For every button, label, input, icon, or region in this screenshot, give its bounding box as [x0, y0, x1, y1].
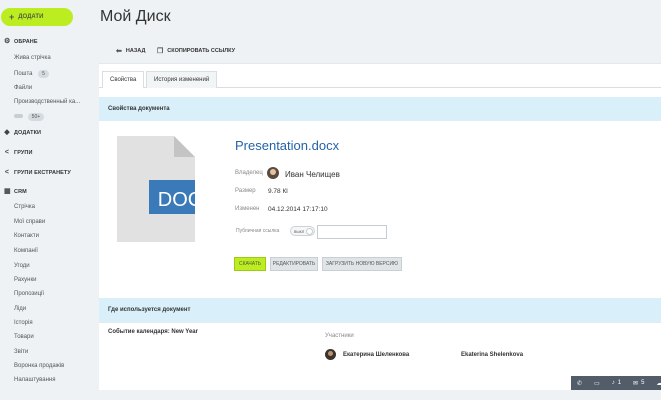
size-label: Размер	[235, 188, 256, 194]
add-button[interactable]: + ДОДАТИ	[1, 8, 73, 26]
public-link-label: Публичная ссылка	[236, 228, 280, 234]
section-extranet-label: ГРУПИ ЕКСТРАНЕТУ	[14, 170, 71, 176]
apps-icon: ◆	[4, 129, 10, 136]
share-icon: <	[4, 169, 10, 176]
plus-icon: +	[9, 12, 15, 22]
mail-icon[interactable]: ✉	[633, 380, 638, 387]
message-count: 5	[641, 380, 645, 386]
owner-label: Владелец	[235, 170, 263, 176]
more-count-badge: 50+	[27, 113, 45, 121]
tabs: Свойства История изменений	[99, 64, 661, 89]
sidebar-item-products[interactable]: Товари	[14, 334, 34, 340]
sidebar-item-my-tasks[interactable]: Мої справи	[14, 219, 45, 225]
phone-icon[interactable]: ✆	[577, 380, 582, 387]
upload-new-version-button[interactable]: ЗАГРУЗИТЬ НОВУЮ ВЕРСИЮ	[322, 257, 402, 271]
sidebar-more[interactable]: 50+	[14, 113, 45, 121]
sidebar-item-history[interactable]: Історія	[14, 320, 33, 326]
sidebar-item-mail-label: Пошта	[14, 71, 33, 77]
usage-section-header: Где используется документ	[99, 298, 661, 322]
divider	[99, 322, 661, 323]
sidebar-item-files[interactable]: Файли	[14, 85, 32, 91]
sidebar-item-sales-funnel[interactable]: Воронка продажів	[14, 363, 64, 369]
sidebar-item-live-feed[interactable]: Жива стрічка	[14, 55, 51, 61]
more-toggle-icon	[14, 114, 23, 119]
participants-label: Участники	[325, 333, 354, 339]
section-crm[interactable]: ▦ CRM	[4, 188, 27, 195]
size-value: 9.78 Кl	[268, 188, 288, 195]
sidebar: + ДОДАТИ ⚙ ОБРАНЕ Жива стрічка Пошта 5 Ф…	[0, 0, 93, 400]
participant-name[interactable]: Ekaterina Shelenkova	[461, 352, 523, 358]
toolbar: ⬅ НАЗАД ❐ СКОПИРОВАТЬ ССЫЛКУ	[99, 37, 661, 64]
avatar	[267, 167, 279, 179]
participant-name[interactable]: Екатерина Шеленкова	[343, 352, 409, 358]
share-icon: <	[4, 149, 10, 156]
gear-icon: ⚙	[4, 38, 11, 45]
section-favorites-label: ОБРАНЕ	[14, 39, 38, 45]
sidebar-item-production[interactable]: Производственный ка...	[14, 99, 80, 105]
properties-section-header: Свойства документа	[99, 97, 661, 121]
avatar	[325, 349, 336, 360]
status-bar: ✆ ▭ ♪ 1 ✉ 5 ☁	[571, 376, 661, 390]
modified-label: Изменен	[235, 206, 260, 212]
section-favorites[interactable]: ⚙ ОБРАНЕ	[4, 38, 38, 45]
copy-link-button[interactable]: ❐ СКОПИРОВАТЬ ССЫЛКУ	[157, 47, 235, 55]
sidebar-item-deals[interactable]: Угоди	[14, 263, 30, 269]
edit-button[interactable]: РЕДАКТИРОВАТЬ	[270, 257, 318, 271]
file-name: Presentation.docx	[235, 138, 340, 153]
mail-count-badge: 5	[38, 70, 49, 78]
bell-icon[interactable]: ♪	[612, 380, 615, 386]
modified-value: 04.12.2014 17:17:10	[268, 206, 328, 213]
section-groups[interactable]: < ГРУПИ	[4, 149, 33, 156]
sidebar-item-quotes[interactable]: Пропозиції	[14, 291, 44, 297]
section-crm-label: CRM	[14, 189, 27, 195]
copy-icon: ❐	[157, 48, 164, 55]
sidebar-item-settings[interactable]: Налаштування	[14, 377, 55, 383]
download-button[interactable]: СКАЧАТЬ	[234, 257, 266, 271]
sidebar-item-leads[interactable]: Ліди	[14, 306, 26, 312]
crm-icon: ▦	[4, 188, 11, 195]
back-button-label: НАЗАД	[125, 48, 146, 54]
sidebar-item-mail[interactable]: Пошта 5	[14, 70, 49, 78]
chat-icon[interactable]: ▭	[594, 380, 600, 387]
sidebar-item-invoices[interactable]: Рахунки	[14, 277, 36, 283]
tab-history[interactable]: История изменений	[146, 71, 218, 88]
toggle-knob	[306, 228, 313, 235]
back-button[interactable]: ⬅ НАЗАД	[116, 47, 145, 55]
section-extranet[interactable]: < ГРУПИ ЕКСТРАНЕТУ	[4, 169, 71, 176]
cloud-icon[interactable]: ☁	[656, 380, 661, 387]
arrow-left-icon: ⬅	[116, 48, 122, 55]
calendar-event[interactable]: Событие календаря: New Year	[108, 329, 198, 335]
copy-link-label: СКОПИРОВАТЬ ССЫЛКУ	[167, 48, 236, 54]
section-apps-label: ДОДАТКИ	[14, 130, 42, 136]
notification-count: 1	[617, 380, 622, 386]
public-link-toggle[interactable]: выкл	[290, 226, 315, 236]
section-apps[interactable]: ◆ ДОДАТКИ	[4, 129, 42, 136]
sidebar-item-crm-feed[interactable]: Стрічка	[14, 204, 35, 210]
sidebar-item-companies[interactable]: Компанії	[14, 248, 38, 254]
sidebar-item-reports[interactable]: Звіти	[14, 349, 28, 355]
document-card: ⬅ НАЗАД ❐ СКОПИРОВАТЬ ССЫЛКУ Свойства Ис…	[99, 37, 661, 390]
sidebar-item-contacts[interactable]: Контакти	[14, 233, 39, 239]
public-link-input[interactable]	[317, 225, 387, 239]
section-groups-label: ГРУПИ	[14, 150, 33, 156]
tab-properties[interactable]: Свойства	[102, 71, 145, 88]
doc-file-icon: DOC	[117, 136, 195, 242]
owner-name[interactable]: Иван Челищев	[285, 170, 340, 179]
page-title: Мой Диск	[100, 8, 171, 25]
doc-badge-text: DOC	[158, 189, 195, 211]
add-button-label: ДОДАТИ	[18, 14, 44, 20]
toggle-label: выкл	[294, 228, 305, 234]
